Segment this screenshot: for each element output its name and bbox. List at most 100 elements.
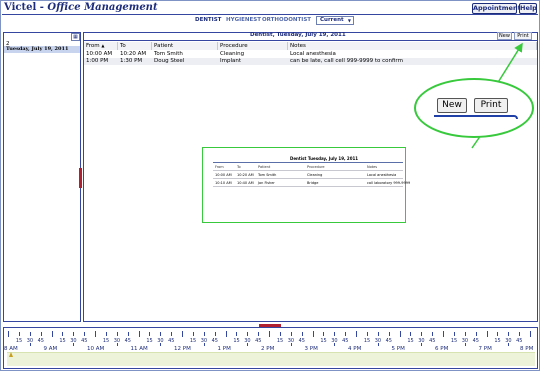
timeline-marker-icon[interactable] bbox=[9, 352, 13, 357]
timeline-quarter-tick bbox=[29, 332, 31, 336]
timeline-minute-label: 15 bbox=[189, 338, 197, 344]
timeline-minute-label: 30 bbox=[113, 338, 121, 344]
timeline-minute-label: 15 bbox=[494, 338, 501, 344]
timeline-quarter-tick bbox=[40, 332, 42, 336]
timeline-minute-label: 30 bbox=[461, 338, 469, 344]
timeline-quarter-tick bbox=[18, 332, 20, 336]
timeline-hour-tick bbox=[182, 331, 183, 337]
timeline-minute-label: 30 bbox=[70, 338, 77, 344]
preview-cell-from: 10:00 AM bbox=[215, 173, 232, 177]
timeline-quarter-tick bbox=[475, 332, 477, 336]
timeline-quarter-tick bbox=[334, 332, 336, 336]
timeline-minute-label: 15 bbox=[276, 338, 284, 344]
preview-cell-notes: Local anesthesia bbox=[367, 173, 397, 177]
timeline-minute-label: 15 bbox=[407, 338, 414, 344]
timeline-hour-tick bbox=[138, 331, 140, 337]
timeline-minute-label: 30 bbox=[157, 338, 164, 344]
print-preview-title: Dentist Tuesday, July 19, 2011 bbox=[290, 156, 359, 161]
timeline-quarter-tick bbox=[127, 332, 129, 336]
timeline-hour-tick bbox=[399, 331, 401, 337]
preview-cell-patient: Tom Smith bbox=[258, 173, 277, 177]
timeline-minute-label: 45 bbox=[342, 338, 349, 344]
timeline-quarter-tick bbox=[464, 332, 466, 336]
timeline-hour-tick bbox=[95, 331, 96, 337]
timeline-minute-label: 30 bbox=[244, 338, 251, 344]
timeline-hour-tick bbox=[486, 331, 488, 337]
timeline-hour-tick bbox=[225, 331, 227, 337]
timeline-quarter-tick bbox=[432, 332, 434, 336]
preview-row-separator bbox=[213, 186, 403, 187]
timeline-minute-label: 30 bbox=[505, 338, 512, 344]
timeline-minute-label: 30 bbox=[26, 338, 34, 344]
timeline-minute-label: 45 bbox=[211, 338, 218, 344]
arrow-to-print-button bbox=[496, 42, 523, 85]
timeline-minute-label: 15 bbox=[146, 338, 153, 344]
preview-cell-procedure: Cleaning bbox=[307, 173, 323, 177]
timeline-minute-label: 45 bbox=[298, 338, 305, 344]
timeline-quarter-tick bbox=[160, 332, 162, 336]
timeline-minute-label: 30 bbox=[287, 338, 295, 344]
timeline-minute-label: 45 bbox=[516, 338, 523, 344]
timeline-hour-tick bbox=[530, 331, 531, 337]
preview-header-notes: Notes bbox=[367, 165, 378, 169]
preview-cell-to: 10:20 AM bbox=[237, 173, 254, 177]
timeline-minute-label: 15 bbox=[233, 338, 240, 344]
timeline-minute-label: 45 bbox=[81, 338, 88, 344]
timeline-minute-label: 45 bbox=[472, 338, 479, 344]
timeline-quarter-tick bbox=[377, 332, 379, 336]
timeline-quarter-tick bbox=[421, 332, 423, 336]
timeline-quarter-tick bbox=[84, 332, 86, 336]
timeline-hour-tick bbox=[51, 331, 53, 337]
timeline-quarter-tick bbox=[410, 332, 412, 336]
callout-new-button: New bbox=[437, 98, 467, 113]
timeline-quarter-tick bbox=[366, 332, 368, 336]
timeline-hour-tick bbox=[443, 331, 444, 337]
preview-cell-procedure: Bridge bbox=[307, 181, 319, 185]
timeline-quarter-tick bbox=[62, 332, 64, 336]
timeline-quarter-tick bbox=[258, 332, 260, 336]
timeline-quarter-tick bbox=[497, 332, 499, 336]
timeline-quarter-tick bbox=[290, 332, 292, 336]
timeline-quarter-tick bbox=[214, 332, 216, 336]
callout-print-button: Print bbox=[474, 98, 508, 113]
timeline-minute-label: 30 bbox=[331, 338, 338, 344]
timeline-minute-label: 15 bbox=[102, 338, 110, 344]
timeline-minute-label: 30 bbox=[374, 338, 382, 344]
preview-cell-to: 10:40 AM bbox=[237, 181, 254, 185]
timeline-quarter-tick bbox=[519, 332, 521, 336]
timeline-quarter-tick bbox=[388, 332, 390, 336]
timeline-minute-label: 45 bbox=[168, 338, 175, 344]
timeline-quarter-tick bbox=[73, 332, 75, 336]
timeline-quarter-tick bbox=[453, 332, 455, 336]
timeline-minute-label: 15 bbox=[320, 338, 327, 344]
timeline-minute-label: 45 bbox=[124, 338, 131, 344]
timeline-quarter-tick bbox=[301, 332, 303, 336]
timeline-quarter-tick bbox=[192, 332, 194, 336]
timeline-hour-tick bbox=[312, 331, 314, 337]
timeline-minute-label: 30 bbox=[200, 338, 208, 344]
timeline-quarter-tick bbox=[279, 332, 281, 336]
timeline-hour-tick bbox=[356, 331, 357, 337]
timeline-quarter-tick bbox=[236, 332, 238, 336]
timeline-quarter-tick bbox=[323, 332, 325, 336]
timeline-minute-label: 15 bbox=[363, 338, 371, 344]
timeline-minute-label: 15 bbox=[15, 338, 23, 344]
timeline-track[interactable] bbox=[7, 352, 535, 366]
preview-row-separator bbox=[213, 178, 403, 179]
preview-header-to: To bbox=[237, 165, 241, 169]
timeline-minute-label: 15 bbox=[59, 338, 66, 344]
preview-row-separator bbox=[213, 170, 403, 171]
timeline-minute-label: 45 bbox=[37, 338, 44, 344]
timeline-quarter-tick bbox=[247, 332, 249, 336]
timeline-minute-label: 45 bbox=[385, 338, 392, 344]
timeline-quarter-tick bbox=[345, 332, 347, 336]
timeline-quarter-tick bbox=[116, 332, 118, 336]
timeline-quarter-tick bbox=[508, 332, 510, 336]
preview-header-from: From bbox=[215, 165, 224, 169]
timeline-quarter-tick bbox=[149, 332, 151, 336]
timeline-quarter-tick bbox=[105, 332, 107, 336]
timeline-minute-label: 45 bbox=[255, 338, 262, 344]
callout-panel-edge bbox=[434, 115, 518, 119]
timeline-quarter-tick bbox=[203, 332, 205, 336]
timeline-quarter-tick bbox=[171, 332, 173, 336]
